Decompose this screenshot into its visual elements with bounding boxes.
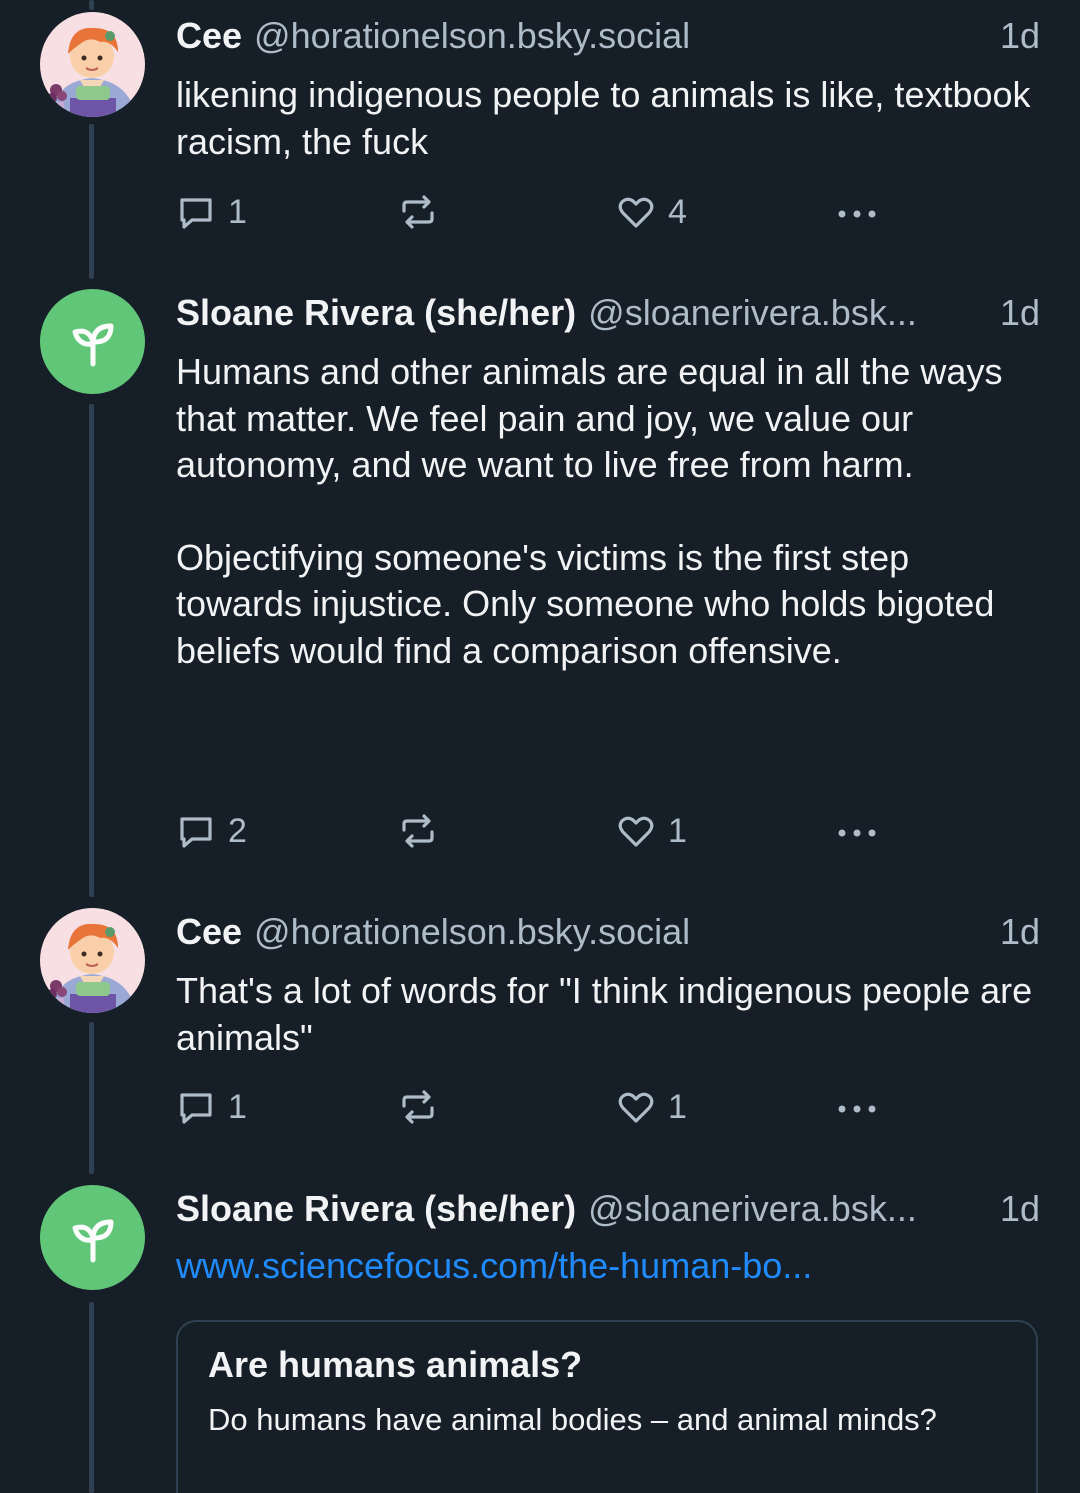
reply-count: 1 xyxy=(228,1087,247,1126)
post-timestamp[interactable]: 1d xyxy=(986,292,1040,334)
repost-icon xyxy=(402,1090,434,1124)
post-timestamp[interactable]: 1d xyxy=(986,15,1040,57)
cartoon-portrait-avatar xyxy=(40,12,145,117)
post-actions: 1 4 xyxy=(176,190,896,234)
avatar[interactable] xyxy=(40,1185,145,1290)
author-name[interactable]: Sloane Rivera (she/her) xyxy=(176,1188,576,1230)
heart-icon xyxy=(618,1092,654,1123)
author-handle[interactable]: @sloanerivera.bsk... xyxy=(588,1188,917,1230)
repost-button[interactable] xyxy=(398,809,450,853)
reply-button[interactable]: 2 xyxy=(176,809,247,853)
like-count: 1 xyxy=(668,811,687,850)
post-text: That's a lot of words for "I think indig… xyxy=(176,968,1036,1061)
repost-button[interactable] xyxy=(398,1085,450,1129)
heart-icon xyxy=(618,816,654,847)
repost-icon xyxy=(402,814,434,848)
repost-button[interactable] xyxy=(398,190,450,234)
like-button[interactable]: 1 xyxy=(616,1085,687,1129)
post-paragraph: That's a lot of words for "I think indig… xyxy=(176,970,1033,1058)
post-timestamp[interactable]: 1d xyxy=(986,911,1040,953)
reply-icon xyxy=(180,1093,212,1124)
author-name[interactable]: Cee xyxy=(176,15,242,57)
post-header: Cee @horationelson.bsky.social 1d xyxy=(176,14,1040,58)
avatar[interactable] xyxy=(40,289,145,394)
author-handle[interactable]: @sloanerivera.bsk... xyxy=(588,292,917,334)
author-handle[interactable]: @horationelson.bsky.social xyxy=(254,15,690,57)
post-actions: 1 1 xyxy=(176,1085,896,1129)
like-count: 4 xyxy=(668,192,687,231)
heart-icon xyxy=(618,197,654,228)
reply-icon xyxy=(180,817,212,848)
sprout-icon xyxy=(72,323,113,366)
reply-count: 2 xyxy=(228,811,247,850)
reply-count: 1 xyxy=(228,192,247,231)
card-description: Do humans have animal bodies – and anima… xyxy=(208,1402,937,1437)
post-paragraph: likening indigenous people to animals is… xyxy=(176,74,1031,162)
more-options-button[interactable] xyxy=(834,190,880,234)
like-button[interactable]: 4 xyxy=(616,190,687,234)
thread-line xyxy=(89,404,94,897)
avatar[interactable] xyxy=(40,12,145,117)
post-thread: Cee @horationelson.bsky.social 1d likeni… xyxy=(0,0,1080,1493)
post-header: Sloane Rivera (she/her) @sloanerivera.bs… xyxy=(176,1187,1040,1231)
post-paragraph: Humans and other animals are equal in al… xyxy=(176,351,1003,485)
reply-icon xyxy=(180,198,212,229)
sprout-icon xyxy=(72,1219,113,1262)
like-count: 1 xyxy=(668,1087,687,1126)
author-handle[interactable]: @horationelson.bsky.social xyxy=(254,911,690,953)
ellipsis-icon xyxy=(838,1105,876,1113)
ellipsis-icon xyxy=(838,829,876,837)
author-name[interactable]: Sloane Rivera (she/her) xyxy=(176,292,576,334)
post-header: Cee @horationelson.bsky.social 1d xyxy=(176,910,1040,954)
more-options-button[interactable] xyxy=(834,1085,880,1129)
post-header: Sloane Rivera (she/her) @sloanerivera.bs… xyxy=(176,291,1040,335)
like-button[interactable]: 1 xyxy=(616,809,687,853)
reply-button[interactable]: 1 xyxy=(176,1085,247,1129)
post-text: Humans and other animals are equal in al… xyxy=(176,349,1036,674)
card-title: Are humans animals? xyxy=(208,1344,583,1385)
post-link[interactable]: www.sciencefocus.com/the-human-bo... xyxy=(176,1245,812,1287)
ellipsis-icon xyxy=(838,210,876,218)
post-actions: 2 1 xyxy=(176,809,896,853)
avatar[interactable] xyxy=(40,908,145,1013)
repost-icon xyxy=(402,195,434,229)
thread-line xyxy=(89,1022,94,1174)
more-options-button[interactable] xyxy=(834,809,880,853)
author-name[interactable]: Cee xyxy=(176,911,242,953)
post-1[interactable]: Cee @horationelson.bsky.social 1d likeni… xyxy=(0,0,1080,280)
post-text: likening indigenous people to animals is… xyxy=(176,72,1036,165)
reply-button[interactable]: 1 xyxy=(176,190,247,234)
post-paragraph: Objectifying someone's victims is the fi… xyxy=(176,536,995,671)
link-preview-card[interactable]: Are humans animals? Do humans have anima… xyxy=(176,1320,1038,1493)
cartoon-portrait-avatar xyxy=(40,908,145,1013)
thread-line xyxy=(89,1302,94,1493)
post-timestamp[interactable]: 1d xyxy=(986,1188,1040,1230)
